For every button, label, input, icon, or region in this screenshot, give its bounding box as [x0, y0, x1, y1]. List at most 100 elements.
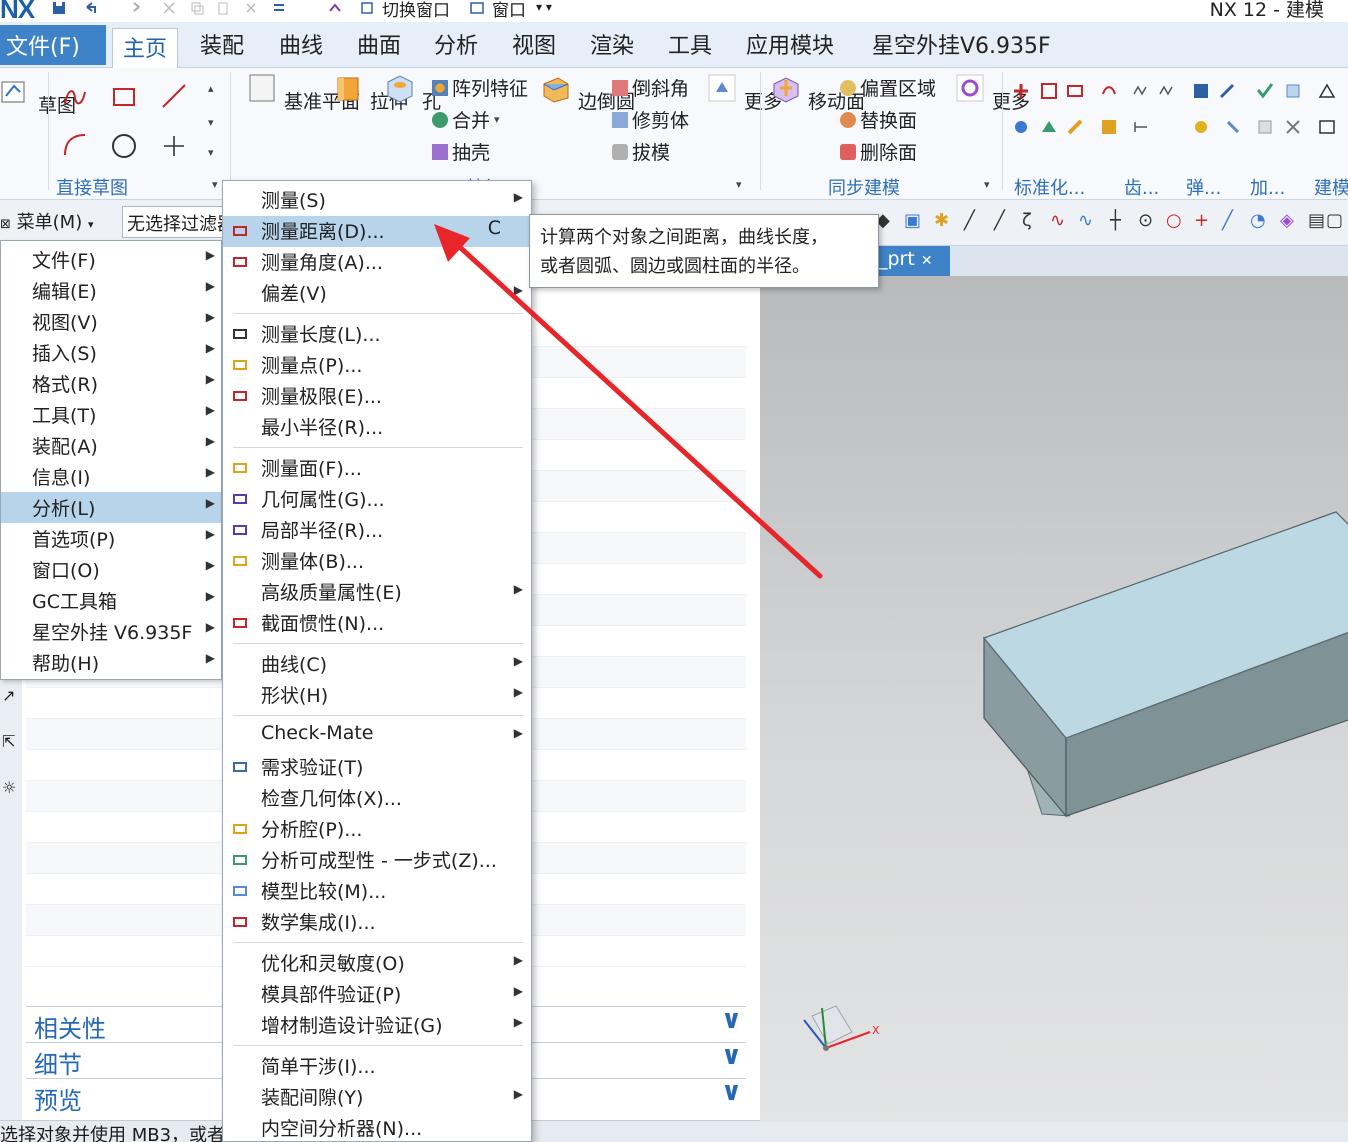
- line-snap-icon[interactable]: ╱: [994, 210, 1005, 231]
- modeling-group-label[interactable]: 建模: [1314, 174, 1348, 200]
- sketch-button[interactable]: 草图: [0, 76, 76, 118]
- chevron-down-icon[interactable]: ▾: [984, 178, 990, 191]
- tab-view[interactable]: 视图: [512, 28, 556, 60]
- point-icon[interactable]: [162, 134, 186, 158]
- tool-icon[interactable]: [1284, 82, 1302, 100]
- datum-plane-button[interactable]: 基准平面: [246, 72, 360, 114]
- chevron-down-icon[interactable]: ▾: [208, 116, 214, 129]
- cross-snap-icon[interactable]: +: [1194, 210, 1209, 231]
- gear-icon[interactable]: [1100, 118, 1118, 136]
- tab-application[interactable]: 应用模块: [746, 28, 834, 60]
- analysis-menu-item[interactable]: 优化和灵敏度(O) ▶: [223, 948, 531, 979]
- chevron-down-icon[interactable]: ∨: [721, 1041, 742, 1071]
- part-file-tab[interactable]: _prt ✕: [874, 246, 950, 276]
- unite-button[interactable]: 合并 ▾: [432, 106, 500, 133]
- main-menu-item[interactable]: 窗口(O) ▶: [1, 554, 221, 585]
- pattern-feature-button[interactable]: 阵列特征: [432, 74, 528, 101]
- grid-snap-icon[interactable]: ▤: [1308, 210, 1325, 231]
- paste-icon[interactable]: [216, 1, 230, 15]
- tab-xingkong-plugin[interactable]: 星空外挂V6.935F: [872, 28, 1051, 60]
- chevron-down-icon[interactable]: ▾ ▾: [536, 0, 552, 14]
- triangle-icon[interactable]: [1318, 82, 1336, 100]
- analysis-menu-item[interactable]: Check-Mate ▶: [223, 721, 531, 752]
- repeat-command-icon[interactable]: [272, 1, 286, 15]
- circle-snap-icon[interactable]: ○: [1166, 210, 1182, 231]
- tab-file[interactable]: 文件(F): [0, 25, 106, 65]
- analysis-menu-item[interactable]: 测量(S) ▶: [223, 185, 531, 216]
- profile-icon[interactable]: [62, 84, 88, 110]
- web-icon[interactable]: ☼: [2, 778, 16, 797]
- main-menu-item[interactable]: 视图(V) ▶: [1, 306, 221, 337]
- wave-snap-icon[interactable]: ∿: [1078, 210, 1093, 231]
- main-menu-item[interactable]: 首选项(P) ▶: [1, 523, 221, 554]
- analysis-menu-item[interactable]: 数学集成(I)...: [223, 907, 531, 938]
- analysis-menu-item[interactable]: 测量长度(L)...: [223, 319, 531, 350]
- analysis-menu-item[interactable]: 测量极限(E)...: [223, 381, 531, 412]
- copy-icon[interactable]: [190, 1, 204, 15]
- close-icon[interactable]: ✕: [921, 253, 933, 269]
- sync-more-button[interactable]: 更多: [954, 72, 1030, 114]
- snap-icon[interactable]: ✱: [934, 210, 949, 231]
- line-snap-icon[interactable]: ╱: [964, 210, 975, 231]
- analysis-menu-item[interactable]: 测量体(B)...: [223, 546, 531, 577]
- rectangle-icon[interactable]: [112, 86, 136, 108]
- replace-face-button[interactable]: 替换面: [840, 106, 917, 133]
- main-menu-item[interactable]: 帮助(H) ▶: [1, 647, 221, 678]
- standardize-group-label[interactable]: 标准化...: [1014, 174, 1085, 200]
- line-snap-icon[interactable]: ╱: [1222, 210, 1233, 231]
- coin-icon[interactable]: [1192, 118, 1210, 136]
- analysis-menu-item[interactable]: 测量点(P)...: [223, 350, 531, 381]
- analysis-menu-item[interactable]: 曲线(C) ▶: [223, 649, 531, 680]
- save-as-icon[interactable]: [1192, 82, 1210, 100]
- spring-icon[interactable]: [1132, 82, 1150, 100]
- move-face-button[interactable]: 移动面: [770, 72, 865, 114]
- select-body-icon[interactable]: ▣: [904, 210, 921, 231]
- hole-button[interactable]: 孔: [384, 72, 441, 114]
- analysis-menu-item[interactable]: 增材制造设计验证(G) ▶: [223, 1010, 531, 1041]
- cut-icon[interactable]: [162, 1, 176, 15]
- analysis-menu-item[interactable]: 测量面(F)...: [223, 453, 531, 484]
- standard-part-icon[interactable]: [1012, 82, 1030, 100]
- main-menu-item[interactable]: 信息(I) ▶: [1, 461, 221, 492]
- main-menu-button[interactable]: ⊠ 菜单(M) ▾: [0, 208, 93, 234]
- analysis-menu-item[interactable]: 测量角度(A)...: [223, 247, 531, 278]
- chamfer-button[interactable]: 倒斜角: [612, 74, 689, 101]
- pen-icon[interactable]: [1218, 82, 1236, 100]
- main-menu-item[interactable]: 工具(T) ▶: [1, 399, 221, 430]
- view-icon[interactable]: ▢: [1326, 210, 1343, 231]
- diamond-snap-icon[interactable]: ◈: [1280, 210, 1294, 231]
- window-icon[interactable]: [470, 1, 484, 15]
- graphics-window[interactable]: X: [760, 276, 1348, 1122]
- window-label[interactable]: 窗口: [492, 0, 526, 21]
- chevron-down-icon[interactable]: ∨: [721, 1077, 742, 1107]
- tab-analysis[interactable]: 分析: [434, 28, 478, 60]
- extrude-button[interactable]: 拉伸: [332, 72, 408, 114]
- analysis-menu-item[interactable]: 分析可成型性 - 一步式(Z)...: [223, 845, 531, 876]
- analysis-menu-item[interactable]: 几何属性(G)...: [223, 484, 531, 515]
- curve-snap-icon[interactable]: ζ: [1022, 210, 1032, 231]
- spring-group-label[interactable]: 弹...: [1186, 174, 1221, 200]
- chevron-down-icon[interactable]: ∨: [721, 1005, 742, 1035]
- standard-part-icon[interactable]: [1012, 118, 1030, 136]
- standard-part-icon[interactable]: [1040, 118, 1058, 136]
- type-filter-select[interactable]: 无选择过滤器: [122, 206, 232, 238]
- main-menu-item[interactable]: 格式(R) ▶: [1, 368, 221, 399]
- switch-window-label[interactable]: 切换窗口: [382, 0, 450, 21]
- analysis-menu-item[interactable]: 内空间分析器(N)...: [223, 1113, 531, 1142]
- standard-part-icon[interactable]: [1066, 82, 1084, 100]
- analysis-menu-item[interactable]: 需求验证(T): [223, 752, 531, 783]
- delete-icon[interactable]: [244, 1, 258, 15]
- line-icon[interactable]: [160, 82, 188, 110]
- analysis-menu-item[interactable]: 模具部件验证(P) ▶: [223, 979, 531, 1010]
- tab-tools[interactable]: 工具: [668, 28, 712, 60]
- tool-icon[interactable]: [1224, 118, 1242, 136]
- analysis-menu-item[interactable]: 高级质量属性(E) ▶: [223, 577, 531, 608]
- chevron-down-icon[interactable]: ▾: [736, 178, 742, 191]
- analysis-menu-item[interactable]: 检查几何体(X)...: [223, 783, 531, 814]
- delete-face-button[interactable]: 删除面: [840, 138, 917, 165]
- standard-part-icon[interactable]: [1066, 118, 1084, 136]
- edge-blend-button[interactable]: 边倒圆: [540, 72, 635, 114]
- draft-button[interactable]: 拔模: [612, 138, 670, 165]
- box-icon[interactable]: [1318, 118, 1336, 136]
- analysis-menu-item[interactable]: 偏差(V) ▶: [223, 278, 531, 309]
